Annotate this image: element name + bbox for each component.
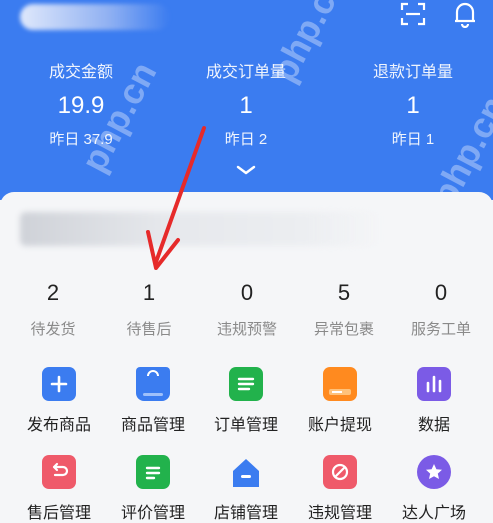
count-number: 0 [240,280,254,305]
count-service-ticket[interactable]: 0 服务工单 [391,280,491,339]
stat-label: 退款订单量 [372,64,453,81]
stat-refund-count[interactable]: 退款订单量 1 昨日 1 [348,58,478,149]
tool-violation-management[interactable]: 违规管理 [291,455,389,523]
tool-label: 数据 [417,417,450,434]
stat-yesterday: 昨日 2 [224,131,268,148]
blurred-shop-info [20,212,380,246]
count-number: 1 [142,280,156,305]
violation-icon [323,455,357,489]
stat-value: 1 [239,92,253,119]
chevron-down-icon[interactable] [235,164,257,176]
stat-label: 成交金额 [48,64,113,81]
tool-label: 商品管理 [120,417,185,434]
bag-icon [136,367,170,401]
store-icon [229,455,263,489]
tool-influencer-square[interactable]: 达人广场 [385,455,483,523]
count-label: 违规预警 [216,321,277,338]
count-abnormal-package[interactable]: 5 异常包裹 [294,280,394,339]
tool-product-management[interactable]: 商品管理 [104,367,202,435]
stat-label: 成交订单量 [205,64,286,81]
tool-review-management[interactable]: 评价管理 [104,455,202,523]
plus-icon [42,367,76,401]
stat-order-count[interactable]: 成交订单量 1 昨日 2 [181,58,311,149]
count-pending-aftersale[interactable]: 1 待售后 [99,280,199,339]
return-icon [42,455,76,489]
tool-publish-product[interactable]: 发布商品 [10,367,108,435]
scan-icon[interactable] [400,2,426,26]
star-badge-icon [417,455,451,489]
stat-value: 1 [406,92,420,119]
count-pending-shipment[interactable]: 2 待发货 [3,280,103,339]
wallet-icon [323,367,357,401]
chart-icon [417,367,451,401]
count-number: 5 [337,280,351,305]
count-number: 2 [46,280,60,305]
tool-order-management[interactable]: 订单管理 [197,367,295,435]
tool-data[interactable]: 数据 [385,367,483,435]
bell-icon[interactable] [452,0,478,28]
count-label: 异常包裹 [313,321,374,338]
tool-label: 发布商品 [26,417,91,434]
tool-store-management[interactable]: 店铺管理 [197,455,295,523]
orders-icon [229,367,263,401]
stat-value: 19.9 [57,92,105,119]
blurred-store-name [20,4,170,30]
review-icon [136,455,170,489]
stat-sales-amount[interactable]: 成交金额 19.9 昨日 37.9 [16,58,146,149]
stat-yesterday: 昨日 1 [391,131,435,148]
count-label: 待售后 [126,321,172,338]
count-label: 待发货 [30,321,76,338]
tool-label: 账户提现 [307,417,372,434]
tool-aftersale-management[interactable]: 售后管理 [10,455,108,523]
stat-yesterday: 昨日 37.9 [49,131,113,148]
tool-label: 订单管理 [213,417,278,434]
count-violation-warning[interactable]: 0 违规预警 [197,280,297,339]
dashboard-header: 成交金额 19.9 昨日 37.9 成交订单量 1 昨日 2 退款订单量 1 昨… [0,0,493,212]
tool-account-withdraw[interactable]: 账户提现 [291,367,389,435]
count-number: 0 [434,280,448,305]
count-label: 服务工单 [410,321,471,338]
